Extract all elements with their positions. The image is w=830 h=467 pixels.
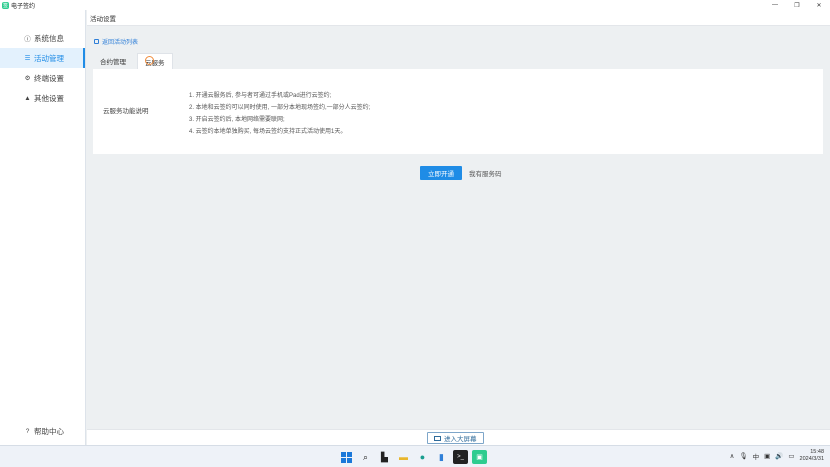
notepad-icon[interactable]: ▮ (434, 450, 449, 464)
tab-contract-management[interactable]: 合约管理 (93, 53, 133, 69)
sidebar-item-label: 系统信息 (34, 33, 64, 43)
tab-cloud-service[interactable]: 云服务 (137, 53, 173, 69)
task-view-icon[interactable]: ▙ (377, 450, 392, 464)
app-logo-icon: 签 (2, 1, 9, 9)
chevron-up-icon[interactable]: ∧ (730, 452, 735, 460)
sidebar-item-other-settings[interactable]: ▲ 其他设置 (0, 88, 85, 108)
description-line: 3. 开启云签约后, 本地网络需要联网; (189, 117, 285, 123)
enter-big-screen-label: 进入大屏幕 (444, 436, 477, 443)
battery-icon[interactable]: ▭ (788, 452, 794, 460)
main-content: 活动设置 返回活动列表 合约管理 云服务 云服务功能说明 1. 开通云服务后, … (87, 10, 830, 445)
enter-big-screen-button[interactable]: 进入大屏幕 (427, 432, 484, 444)
search-icon[interactable]: ⌕ (358, 450, 373, 464)
clock-date: 2024/3/31 (799, 456, 824, 462)
description-line: 2. 本地和云签约可以同时使用, 一部分本地现场签约,一部分人云签约; (189, 105, 371, 111)
tab-bar: 合约管理 云服务 (93, 53, 173, 69)
footer-bar: 进入大屏幕 (87, 429, 830, 445)
list-icon: ☰ (24, 55, 31, 62)
window-title: 电子签约 (11, 3, 36, 10)
system-tray: ∧ 🎙 中 ▣ 🔊 ▭ 15:48 2024/3/31 (730, 449, 824, 463)
help-circle-icon: ? (25, 427, 30, 435)
minimize-button[interactable]: — (764, 0, 786, 10)
close-button[interactable]: ✕ (808, 0, 830, 10)
back-link-label: 返回活动列表 (102, 40, 139, 46)
help-center-link[interactable]: ? 帮助中心 (0, 423, 86, 439)
terminal-icon[interactable]: >_ (453, 450, 468, 464)
sidebar-item-label: 终端设置 (34, 73, 64, 83)
edge-browser-icon[interactable]: ● (415, 450, 430, 464)
help-center-label: 帮助中心 (34, 426, 64, 436)
windows-start-icon[interactable] (339, 450, 354, 464)
cursor-highlight-icon (145, 56, 154, 65)
info-circle-icon: ⓘ (24, 36, 31, 43)
maximize-button[interactable]: ❐ (786, 0, 808, 10)
clock-time: 15:48 (810, 449, 824, 455)
taskbar-apps: ⌕ ▙ ▬ ● ▮ >_ ▣ (339, 450, 487, 464)
sidebar-item-activity-management[interactable]: ☰ 活动管理 (0, 48, 85, 68)
clock[interactable]: 15:48 2024/3/31 (800, 449, 824, 463)
card-label: 云服务功能说明 (103, 108, 149, 115)
sidebar-nav: ⓘ 系统信息 ☰ 活动管理 ⚙ 终端设置 ▲ 其他设置 (0, 28, 85, 108)
sidebar-item-label: 其他设置 (34, 93, 64, 103)
description-line: 1. 开通云服务后, 参与者可通过手机或Pad进行云签约; (189, 93, 332, 99)
warning-icon: ▲ (24, 94, 31, 102)
gear-icon: ⚙ (24, 75, 31, 82)
activate-now-button[interactable]: 立即开通 (420, 166, 462, 180)
card-description: 1. 开通云服务后, 参与者可通过手机或Pad进行云签约; 2. 本地和云签约可… (189, 90, 370, 138)
page-title: 活动设置 (87, 10, 830, 26)
network-icon[interactable]: ▣ (764, 452, 770, 460)
back-to-activity-list-link[interactable]: 返回活动列表 (94, 37, 138, 46)
have-service-code-link[interactable]: 我有服务码 (469, 168, 502, 178)
volume-icon[interactable]: 🔊 (775, 452, 783, 460)
ime-indicator[interactable]: 中 (753, 451, 760, 461)
file-explorer-icon[interactable]: ▬ (396, 450, 411, 464)
sidebar-item-system-info[interactable]: ⓘ 系统信息 (0, 28, 85, 48)
sidebar-item-label: 活动管理 (34, 53, 64, 63)
os-taskbar: ⌕ ▙ ▬ ● ▮ >_ ▣ ∧ 🎙 中 ▣ 🔊 ▭ 15:48 2024/3/… (0, 445, 830, 467)
microphone-icon[interactable]: 🎙 (739, 452, 747, 460)
action-row: 立即开通 我有服务码 (420, 166, 502, 180)
back-icon (94, 39, 99, 44)
window-controls: — ❐ ✕ (764, 0, 830, 10)
monitor-icon (434, 435, 441, 441)
cloud-service-info-card: 云服务功能说明 1. 开通云服务后, 参与者可通过手机或Pad进行云签约; 2.… (93, 69, 823, 154)
app-icon[interactable]: ▣ (472, 450, 487, 464)
title-bar: 签 电子签约 — ❐ ✕ (0, 0, 830, 10)
sidebar-item-terminal-settings[interactable]: ⚙ 终端设置 (0, 68, 85, 88)
description-line: 4. 云签约本地单独购买, 每场云签约支持正式活动使用1天。 (189, 129, 347, 135)
sidebar: ⓘ 系统信息 ☰ 活动管理 ⚙ 终端设置 ▲ 其他设置 ? 帮助中心 (0, 10, 86, 445)
